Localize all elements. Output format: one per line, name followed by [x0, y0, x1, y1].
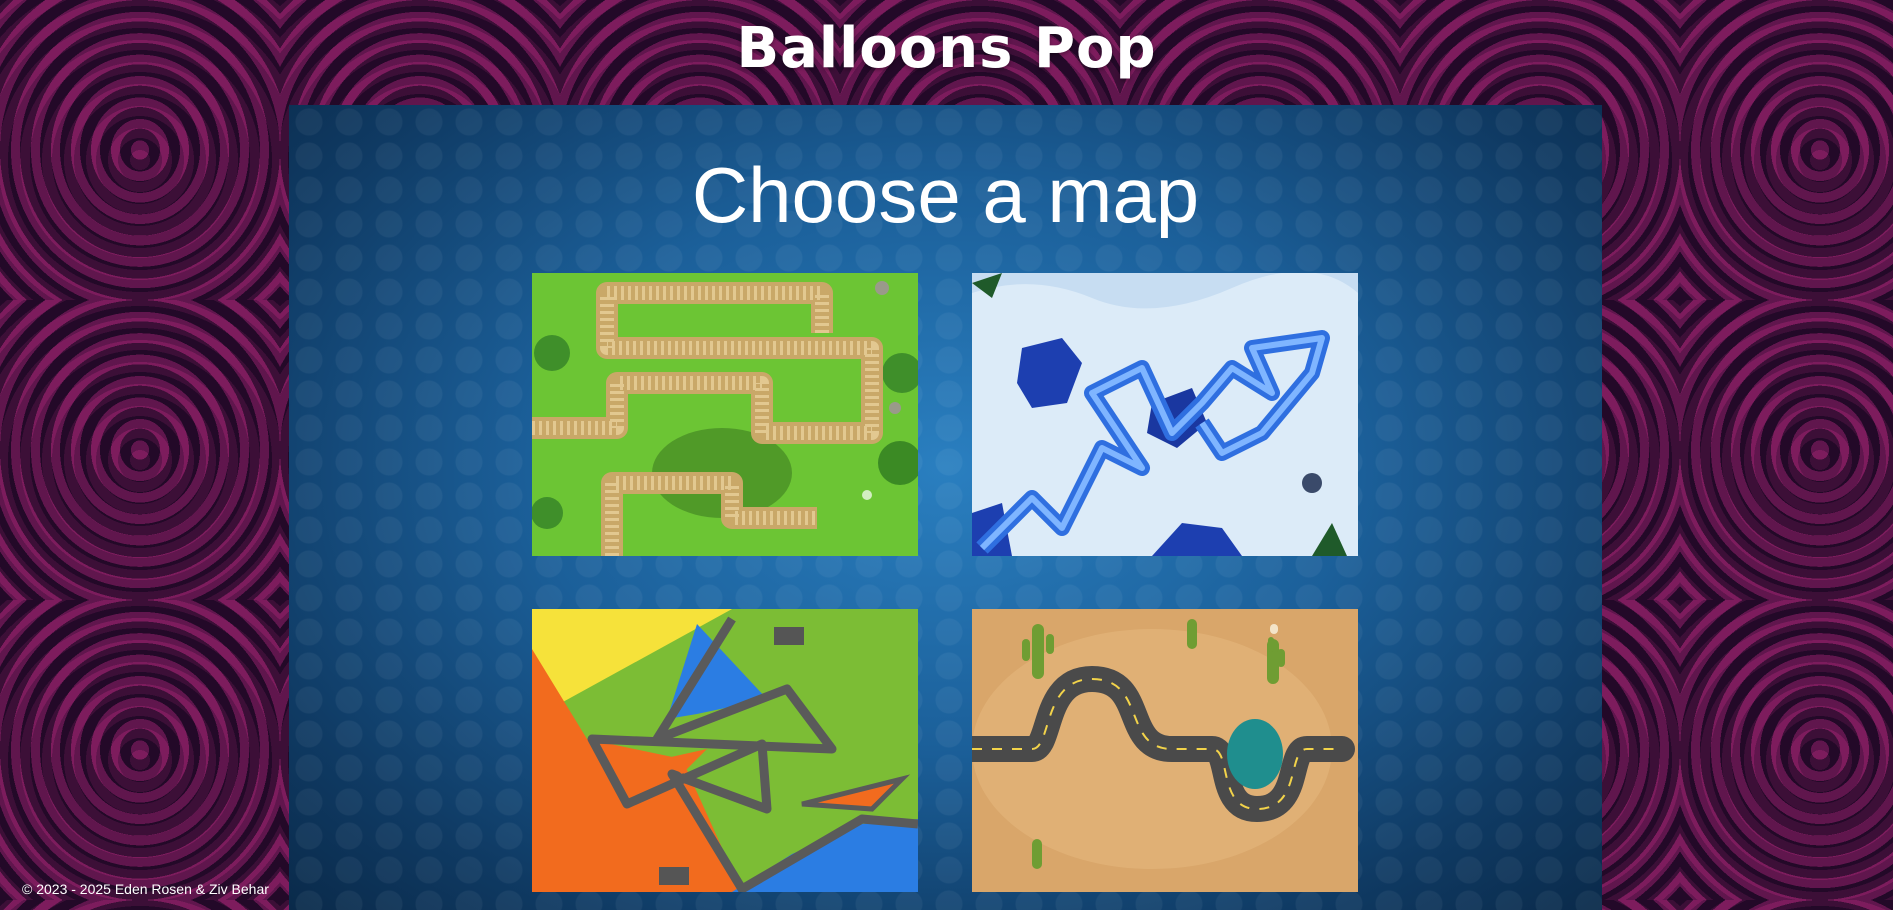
map-card-desert[interactable] — [972, 609, 1358, 892]
map-card-ice[interactable] — [972, 273, 1358, 556]
map-card-tiles[interactable] — [532, 609, 918, 892]
copyright-footer: © 2023 - 2025 Eden Rosen & Ziv Behar — [22, 881, 269, 897]
ice-map-thumbnail — [972, 273, 1358, 556]
map-card-grass[interactable] — [532, 273, 918, 556]
game-title: Balloons Pop — [736, 16, 1157, 81]
tile-map-thumbnail — [532, 609, 918, 892]
map-select-heading: Choose a map — [691, 151, 1200, 239]
grass-map-thumbnail — [532, 273, 918, 556]
desert-map-thumbnail — [972, 609, 1358, 892]
map-select-panel: Choose a map — [289, 105, 1602, 910]
